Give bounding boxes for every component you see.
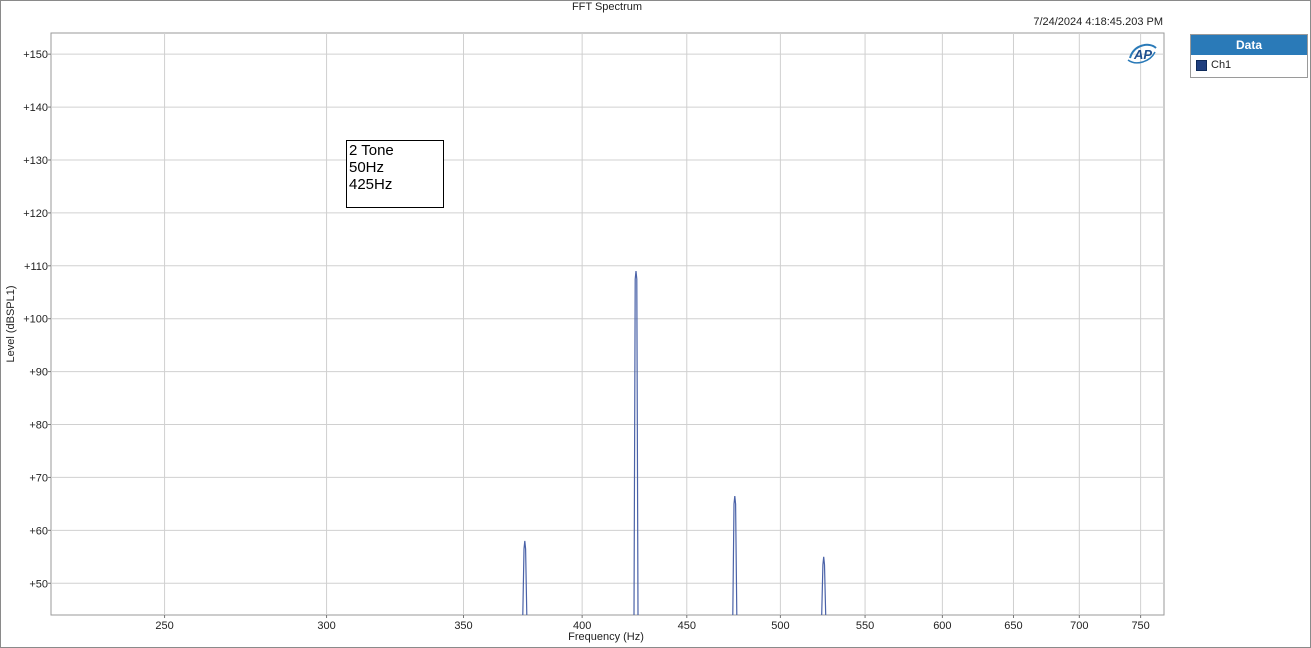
ap-logo-icon: AP	[1127, 43, 1157, 64]
legend-entry-label: Ch1	[1211, 59, 1232, 71]
x-tick-label: 250	[155, 620, 173, 632]
chart-annotation-box: 2 Tone 50Hz 425Hz	[346, 140, 444, 208]
y-tick-label: +150	[23, 49, 48, 61]
x-tick-label: 300	[317, 620, 335, 632]
legend-entry-ch1[interactable]: Ch1	[1191, 55, 1307, 75]
annotation-line-1: 2 Tone	[349, 142, 394, 159]
x-tick-label: 400	[573, 620, 591, 632]
legend-header: Data	[1191, 35, 1307, 55]
x-tick-label: 350	[454, 620, 472, 632]
x-tick-label: 500	[771, 620, 789, 632]
legend-swatch	[1196, 59, 1207, 71]
y-tick-label: +100	[23, 314, 48, 326]
legend[interactable]: Data Ch1	[1190, 34, 1308, 78]
y-tick-label: +80	[29, 420, 48, 432]
y-tick-labels: +50 +60 +70 +80 +90 +100 +110 +120 +130 +140 +150	[23, 49, 48, 590]
y-tick-label: +130	[23, 155, 48, 167]
plot-area[interactable]	[50, 32, 1165, 616]
y-tick-label: +50	[29, 578, 48, 590]
x-tick-labels: 250 300 350 400 450 500 550 600 650 700 750	[155, 620, 1149, 632]
y-tick-label: +60	[29, 525, 48, 537]
plot-svg[interactable]: 250 300 350 400 450 500 550 600 650 700 750 +50 +60…	[0, 0, 1311, 648]
y-tick-label: +70	[29, 472, 48, 484]
y-tick-label: +120	[23, 208, 48, 220]
x-tick-label: 700	[1070, 620, 1088, 632]
annotation-line-2: 50Hz	[349, 159, 385, 176]
x-tick-label: 650	[1004, 620, 1022, 632]
x-tick-label: 450	[678, 620, 696, 632]
x-tick-label: 600	[933, 620, 951, 632]
annotation-line-3: 425Hz	[349, 176, 393, 193]
x-tick-label: 550	[856, 620, 874, 632]
ap-logo-text: AP	[1133, 47, 1152, 62]
y-tick-label: +110	[24, 261, 48, 273]
y-tick-label: +90	[29, 367, 48, 379]
y-tick-label: +140	[23, 102, 48, 114]
x-tick-label: 750	[1131, 620, 1149, 632]
